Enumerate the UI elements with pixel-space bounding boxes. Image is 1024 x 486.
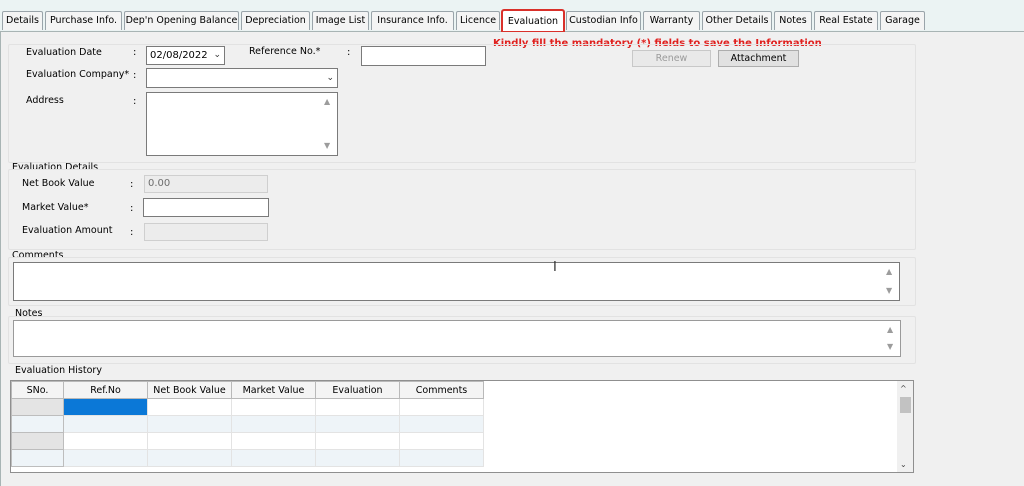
colon: : xyxy=(130,203,134,214)
history-scrollbar[interactable]: ^ ⌄ xyxy=(897,381,913,472)
market-value-label: Market Value* xyxy=(22,202,89,213)
column-header-ref-no[interactable]: Ref.No xyxy=(63,381,148,399)
table-cell[interactable] xyxy=(315,449,400,467)
table-cell[interactable] xyxy=(231,415,316,433)
table-cell[interactable] xyxy=(399,415,484,433)
column-header-evaluation[interactable]: Evaluation xyxy=(315,381,400,399)
table-row[interactable] xyxy=(11,415,484,433)
scroll-up-icon[interactable]: ▲ xyxy=(324,95,330,109)
tab-image-list[interactable]: Image List xyxy=(312,11,369,30)
table-cell[interactable] xyxy=(147,415,232,433)
evaluation-date-label: Evaluation Date xyxy=(26,47,102,58)
address-textarea[interactable]: ▲ ▼ xyxy=(146,92,338,156)
scroll-up-icon[interactable]: ▲ xyxy=(887,323,893,337)
comments-textarea[interactable]: ▲ ▼ xyxy=(13,262,900,301)
evaluation-date-value: 02/08/2022 xyxy=(150,50,208,61)
evaluation-company-select[interactable]: ⌄ xyxy=(146,68,338,88)
colon: : xyxy=(347,47,351,58)
evaluation-history-grid: SNo. Ref.No Net Book Value Market Value … xyxy=(10,380,914,473)
table-cell[interactable] xyxy=(231,398,316,416)
evaluation-history-title: Evaluation History xyxy=(15,365,102,376)
chevron-down-icon[interactable]: ⌄ xyxy=(213,47,221,64)
attachment-button[interactable]: Attachment xyxy=(718,50,799,67)
table-cell-selected[interactable] xyxy=(63,398,148,416)
history-header-row: SNo. Ref.No Net Book Value Market Value … xyxy=(11,381,484,399)
scroll-down-icon[interactable]: ▼ xyxy=(886,284,892,298)
table-cell[interactable] xyxy=(147,398,232,416)
address-scrollbar[interactable]: ▲ ▼ xyxy=(321,93,337,155)
market-value-input[interactable] xyxy=(143,198,269,217)
table-cell[interactable] xyxy=(147,432,232,450)
notes-scrollbar[interactable]: ▲ ▼ xyxy=(884,321,900,356)
chevron-down-icon[interactable]: ⌄ xyxy=(326,69,334,87)
colon: : xyxy=(133,70,137,81)
evaluation-amount-label: Evaluation Amount xyxy=(22,225,113,236)
table-cell[interactable] xyxy=(399,432,484,450)
table-cell[interactable] xyxy=(399,398,484,416)
evaluation-company-label: Evaluation Company* xyxy=(26,69,130,80)
reference-no-input[interactable] xyxy=(361,46,486,66)
tab-strip: Details Purchase Info. Dep'n Opening Bal… xyxy=(0,0,1024,33)
colon: : xyxy=(133,96,137,107)
net-book-value-input[interactable]: 0.00 xyxy=(144,175,268,193)
renew-button[interactable]: Renew xyxy=(632,50,711,67)
table-cell[interactable] xyxy=(315,432,400,450)
tab-licence[interactable]: Licence xyxy=(456,11,500,30)
tab-notes[interactable]: Notes xyxy=(774,11,812,30)
history-table: SNo. Ref.No Net Book Value Market Value … xyxy=(11,381,484,467)
table-cell[interactable] xyxy=(63,432,148,450)
evaluation-amount-input[interactable] xyxy=(144,223,268,241)
row-header[interactable] xyxy=(11,398,64,416)
scroll-down-icon[interactable]: ⌄ xyxy=(900,460,907,469)
tab-evaluation[interactable]: Evaluation xyxy=(501,9,565,33)
tab-real-estate[interactable]: Real Estate xyxy=(814,11,878,30)
evaluation-date-picker[interactable]: 02/08/2022 ⌄ xyxy=(146,46,225,65)
scroll-down-icon[interactable]: ▼ xyxy=(324,139,330,153)
table-cell[interactable] xyxy=(147,449,232,467)
table-cell[interactable] xyxy=(63,449,148,467)
table-cell[interactable] xyxy=(315,398,400,416)
scrollbar-thumb[interactable] xyxy=(900,397,911,413)
colon: : xyxy=(130,227,134,238)
table-cell[interactable] xyxy=(231,432,316,450)
row-header[interactable] xyxy=(11,432,64,450)
column-header-market-value[interactable]: Market Value xyxy=(231,381,316,399)
address-label: Address xyxy=(26,95,64,106)
tab-purchase-info[interactable]: Purchase Info. xyxy=(45,11,122,30)
column-header-sno[interactable]: SNo. xyxy=(11,381,64,399)
scroll-up-icon[interactable]: ▲ xyxy=(886,265,892,279)
row-header[interactable] xyxy=(11,449,64,467)
notes-textarea[interactable]: ▲ ▼ xyxy=(13,320,901,357)
colon: : xyxy=(130,179,134,190)
column-header-net-book-value[interactable]: Net Book Value xyxy=(147,381,232,399)
net-book-value-label: Net Book Value xyxy=(22,178,95,189)
tab-insurance-info[interactable]: Insurance Info. xyxy=(371,11,454,30)
table-row[interactable] xyxy=(11,432,484,450)
tab-details[interactable]: Details xyxy=(2,11,43,30)
comments-scrollbar[interactable]: ▲ ▼ xyxy=(883,263,899,300)
tab-other-details[interactable]: Other Details xyxy=(702,11,772,30)
reference-no-label: Reference No.* xyxy=(249,46,321,57)
tab-depn-opening-balance[interactable]: Dep'n Opening Balance xyxy=(124,11,239,30)
scroll-down-icon[interactable]: ▼ xyxy=(887,340,893,354)
column-header-comments[interactable]: Comments xyxy=(399,381,484,399)
colon: : xyxy=(133,47,137,58)
table-row[interactable] xyxy=(11,398,484,416)
tab-custodian-info[interactable]: Custodian Info xyxy=(566,11,641,30)
tab-warranty[interactable]: Warranty xyxy=(643,11,700,30)
table-row[interactable] xyxy=(11,449,484,467)
table-cell[interactable] xyxy=(399,449,484,467)
text-cursor-icon: I xyxy=(553,260,557,275)
row-header[interactable] xyxy=(11,415,64,433)
table-cell[interactable] xyxy=(63,415,148,433)
table-cell[interactable] xyxy=(315,415,400,433)
table-cell[interactable] xyxy=(231,449,316,467)
tab-depreciation[interactable]: Depreciation xyxy=(241,11,310,30)
tab-garage[interactable]: Garage xyxy=(880,11,925,30)
scroll-up-icon[interactable]: ^ xyxy=(900,384,907,393)
